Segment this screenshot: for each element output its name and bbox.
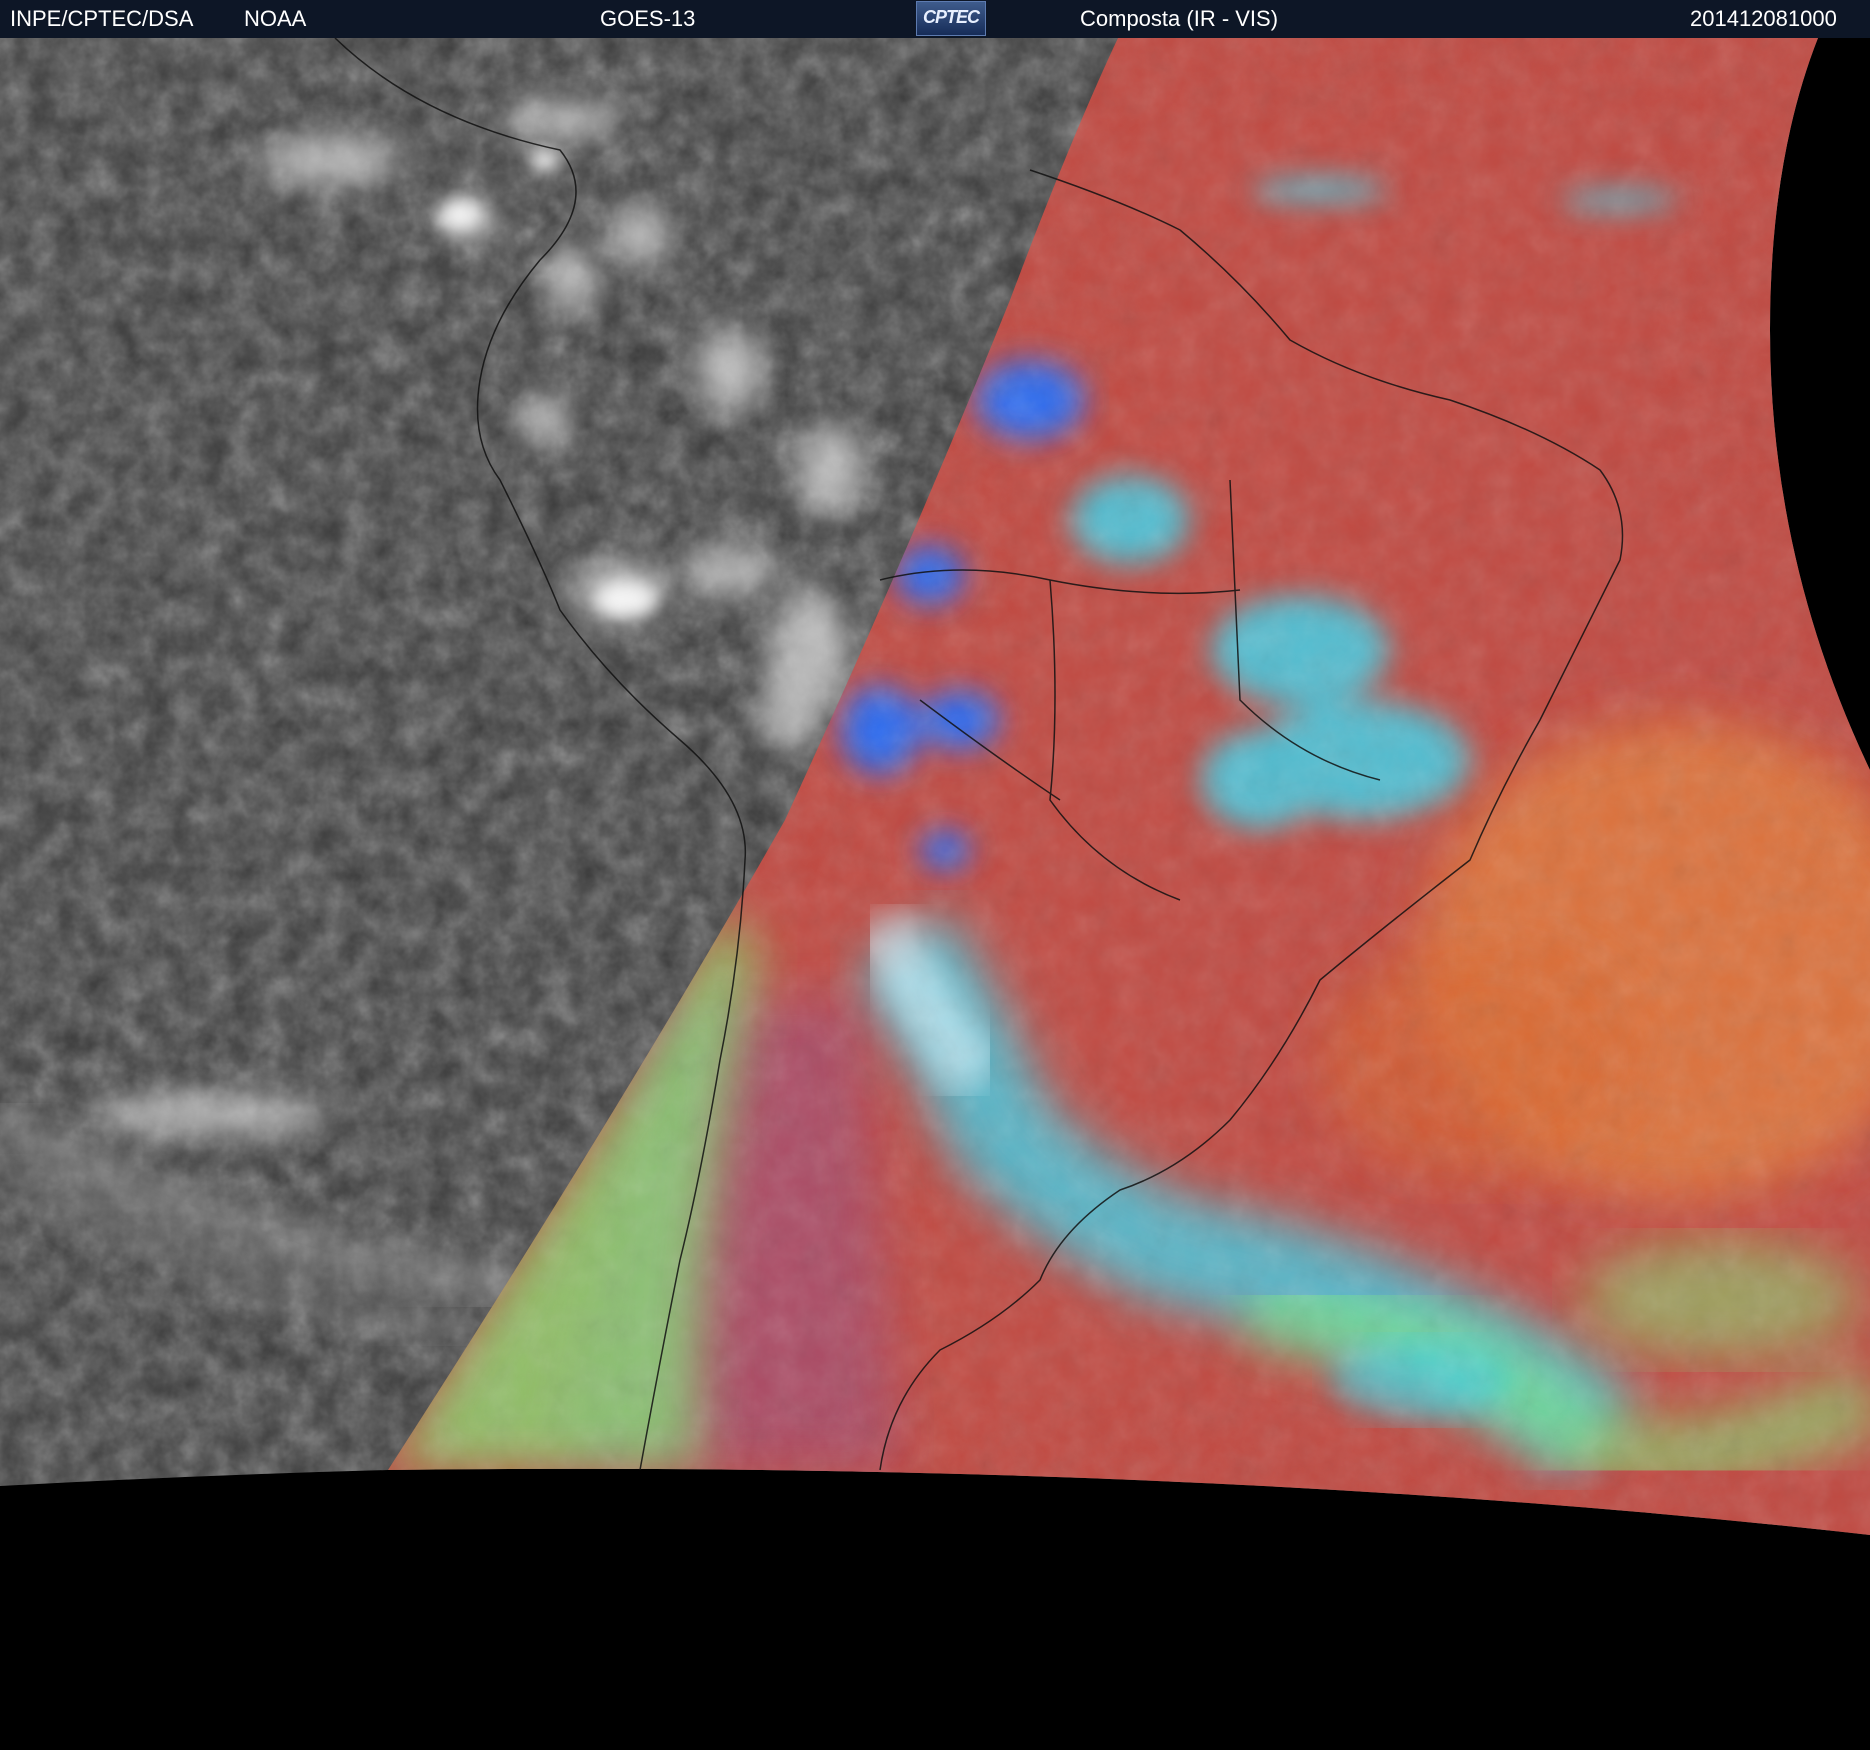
- timestamp-label: 201412081000: [1690, 6, 1837, 31]
- product-label: Composta (IR - VIS): [1080, 6, 1279, 31]
- satellite-label: GOES-13: [600, 6, 696, 31]
- cptec-logo: CPTEC: [916, 1, 986, 36]
- satellite-composite-svg: [0, 38, 1870, 1750]
- partner-label: NOAA: [244, 6, 307, 31]
- satellite-image: [0, 38, 1870, 1750]
- agency-label: INPE/CPTEC/DSA: [10, 6, 194, 31]
- image-header-bar: INPE/CPTEC/DSA NOAA GOES-13 CPTEC Compos…: [0, 0, 1870, 38]
